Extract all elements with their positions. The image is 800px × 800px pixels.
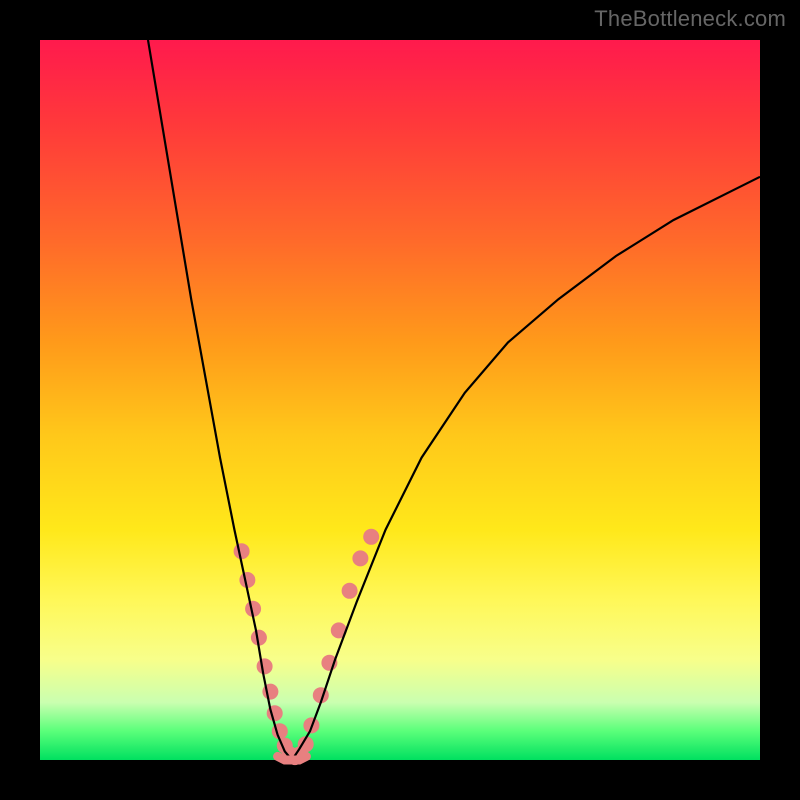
marker-dot <box>234 543 250 559</box>
plot-area <box>40 40 760 760</box>
curve-left-branch <box>148 40 292 760</box>
marker-dot <box>342 583 358 599</box>
marker-dots <box>234 529 380 765</box>
chart-svg <box>40 40 760 760</box>
marker-dot <box>363 529 379 545</box>
curve-right-branch <box>292 177 760 760</box>
chart-container: TheBottleneck.com <box>0 0 800 800</box>
marker-dot <box>352 550 368 566</box>
marker-dot <box>257 658 273 674</box>
curve-valley-floor <box>278 756 307 760</box>
watermark-text: TheBottleneck.com <box>594 6 786 32</box>
